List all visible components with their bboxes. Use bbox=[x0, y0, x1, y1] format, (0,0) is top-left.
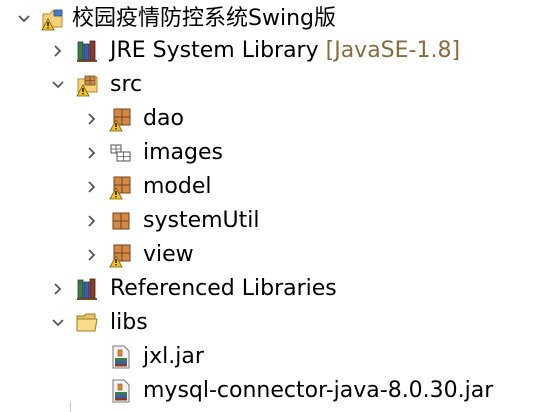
jre-version-decoration: [JavaSE-1.8] bbox=[325, 38, 461, 63]
package-explorer-tree: 校园疫情防控系统Swing版 JRE System Library [JavaS… bbox=[0, 0, 545, 412]
tree-item-package-model[interactable]: model bbox=[0, 170, 545, 204]
package-warning-icon bbox=[108, 242, 134, 268]
tree-item-package-dao[interactable]: dao bbox=[0, 102, 545, 136]
chevron-right-icon[interactable] bbox=[52, 45, 64, 57]
jre-library-name: JRE System Library bbox=[110, 38, 319, 63]
tree-item-libs-folder[interactable]: libs bbox=[0, 306, 545, 340]
tree-item-jar-jxl[interactable]: jxl.jar bbox=[0, 340, 545, 374]
chevron-down-icon[interactable] bbox=[18, 13, 30, 25]
tree-item-package-view[interactable]: view bbox=[0, 238, 545, 272]
chevron-right-icon[interactable] bbox=[86, 113, 98, 125]
package-label: dao bbox=[143, 106, 184, 131]
jar-file-icon bbox=[108, 344, 134, 370]
chevron-right-icon[interactable] bbox=[52, 283, 64, 295]
package-empty-icon bbox=[108, 140, 134, 166]
referenced-libraries-label: Referenced Libraries bbox=[110, 276, 337, 301]
chevron-right-icon[interactable] bbox=[86, 215, 98, 227]
library-icon bbox=[75, 276, 101, 302]
package-label: model bbox=[143, 174, 212, 199]
tree-item-jar-mysql-connector[interactable]: mysql-connector-java-8.0.30.jar bbox=[0, 374, 545, 408]
folder-open-icon bbox=[75, 310, 101, 336]
package-label: view bbox=[143, 242, 194, 267]
package-warning-icon bbox=[108, 106, 134, 132]
chevron-right-icon[interactable] bbox=[86, 249, 98, 261]
tree-guide-line bbox=[70, 402, 71, 412]
package-warning-icon bbox=[108, 174, 134, 200]
chevron-down-icon[interactable] bbox=[52, 317, 64, 329]
package-label: systemUtil bbox=[143, 208, 260, 233]
libs-folder-label: libs bbox=[110, 310, 148, 335]
tree-item-referenced-libraries[interactable]: Referenced Libraries bbox=[0, 272, 545, 306]
chevron-right-icon[interactable] bbox=[86, 181, 98, 193]
chevron-right-icon[interactable] bbox=[86, 147, 98, 159]
chevron-down-icon[interactable] bbox=[52, 79, 64, 91]
jre-library-label: JRE System Library [JavaSE-1.8] bbox=[110, 34, 460, 68]
source-folder-warning-icon bbox=[75, 72, 101, 98]
jar-file-label: jxl.jar bbox=[143, 344, 204, 369]
jar-file-label: mysql-connector-java-8.0.30.jar bbox=[143, 378, 494, 403]
package-icon bbox=[108, 208, 134, 234]
jar-file-icon bbox=[108, 378, 134, 404]
tree-item-package-systemutil[interactable]: systemUtil bbox=[0, 204, 545, 238]
package-label: images bbox=[143, 140, 223, 165]
tree-item-project[interactable]: 校园疫情防控系统Swing版 bbox=[0, 2, 545, 36]
tree-item-src[interactable]: src bbox=[0, 68, 545, 102]
java-project-warning-icon bbox=[40, 6, 66, 32]
library-icon bbox=[75, 38, 101, 64]
src-label: src bbox=[110, 72, 143, 97]
tree-item-jre-library[interactable]: JRE System Library [JavaSE-1.8] bbox=[0, 34, 545, 68]
project-label: 校园疫情防控系统Swing版 bbox=[72, 6, 336, 31]
tree-item-package-images[interactable]: images bbox=[0, 136, 545, 170]
